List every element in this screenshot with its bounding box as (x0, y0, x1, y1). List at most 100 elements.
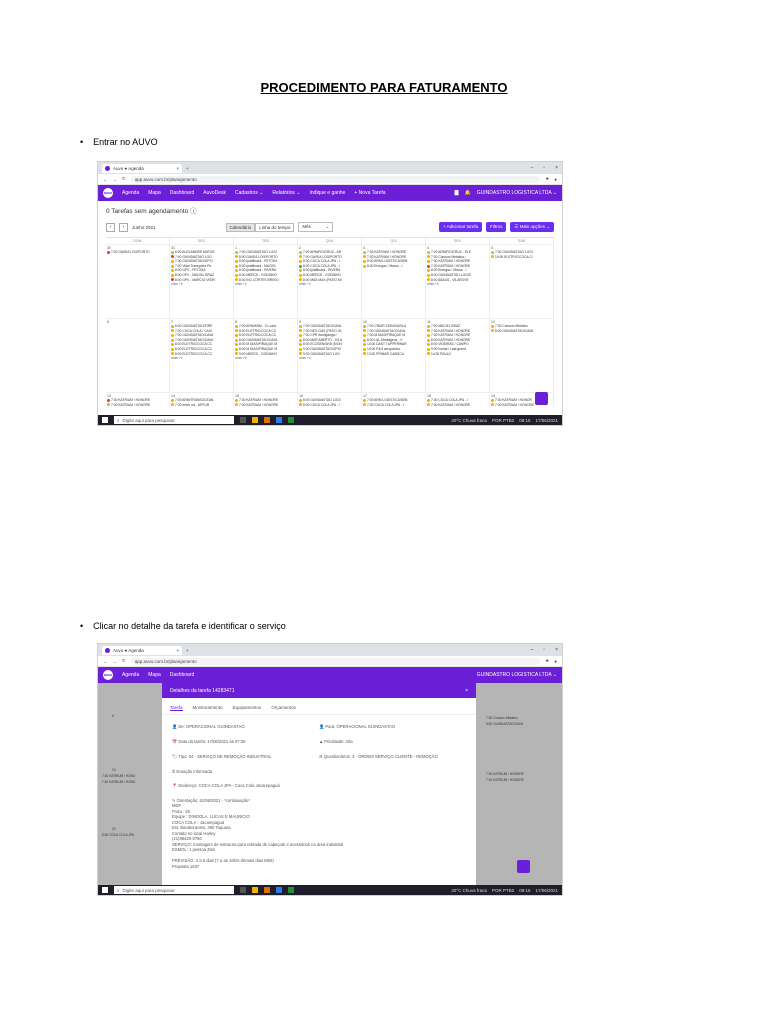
close-tab-icon[interactable]: × (176, 166, 179, 171)
more-events-link[interactable]: mais +6 (235, 356, 296, 361)
url-field[interactable]: app.auvo.com.br/planejamento (130, 657, 541, 665)
nav-mapa[interactable]: Mapa (148, 190, 161, 196)
calendar-event[interactable]: 7:30 COCA COLA JPA - I (363, 403, 424, 406)
nav-agenda[interactable]: Agenda (122, 190, 139, 196)
star-icon[interactable]: ★ (545, 176, 549, 182)
calendar-day-cell[interactable]: 16 8:00 GUINDASTAO LOGI 8:00 COCA COLA JPA… (298, 392, 362, 406)
chat-fab-button[interactable] (517, 860, 530, 873)
calendar-day-cell[interactable]: 18 7:30 COCA COLA JPA - I 7:30 KATRIUM / H… (426, 392, 490, 406)
prev-month-button[interactable]: ‹ (106, 222, 115, 232)
calendar-day-cell[interactable]: 1 7:00 GUINDASTAO LOGÍ 8:00 GAVEA LOG/PORT… (234, 244, 298, 318)
more-options-button[interactable]: ☰ Mais opções ⌄ (510, 222, 554, 232)
excel-icon[interactable] (288, 417, 294, 423)
add-task-button[interactable]: + Adicionar tarefa (439, 222, 483, 232)
chrome-icon[interactable] (264, 417, 270, 423)
back-icon[interactable]: ← (103, 177, 108, 182)
calendar-event[interactable]: 7:00 GAVEA LOG/PORTO (107, 250, 168, 255)
calendar-event[interactable]: 8:00 COCA COLA JPA - I (299, 403, 360, 406)
calendar-day-cell[interactable]: 9 7:00 GUINDASTAO/CAVA 7:00 NEO GAS (PATIO… (298, 318, 362, 392)
outlook-icon[interactable] (276, 417, 282, 423)
nav-cadastros[interactable]: Cadastros ⌄ (235, 190, 263, 196)
outlook-icon[interactable] (276, 887, 282, 893)
nav-mapa[interactable]: Mapa (148, 672, 161, 678)
calendar-event[interactable]: 13:00 PRIMAR CABOCA (363, 352, 424, 357)
tab-orcamentos[interactable]: Orçamentos (271, 705, 296, 711)
auvo-logo[interactable]: auvo (103, 188, 113, 198)
more-events-link[interactable]: mais +4 (299, 356, 360, 361)
calendar-day-cell[interactable]: 4 7:00 ARM/FIDICRUZ - ELE 7:30 Consorc Met… (426, 244, 490, 318)
nav-nova-tarefa[interactable]: + Nova Tarefa (354, 190, 385, 196)
reload-icon[interactable]: ↻ (122, 658, 126, 664)
task-questionnaire[interactable]: ☰ Questionários: 4 - ORDEM SERVIÇO CLIEN… (319, 754, 466, 760)
more-events-link[interactable]: mais +5 (427, 282, 488, 287)
excel-icon[interactable] (288, 887, 294, 893)
calendar-event[interactable]: 7:30 KATRIUM / HONORE (427, 403, 488, 406)
nav-relatorios[interactable]: Relatórios ⌄ (272, 190, 300, 196)
taskbar-search[interactable]: ⌕ Digite aqui para pesquisar (114, 416, 234, 424)
calendar-day-cell[interactable]: 17 7:00 ARM LOGISTICA/SEB 7:30 COCA COLA J… (362, 392, 426, 406)
nav-auvodesk[interactable]: AuvoDesk (203, 190, 226, 196)
calendar-day-cell[interactable]: 10 7:00 CRIAR SION/DAVILA 7:00 GUINDASTAO/… (362, 318, 426, 392)
task-view-icon[interactable] (240, 417, 246, 423)
minimize-icon[interactable]: – (531, 165, 534, 171)
forward-icon[interactable]: → (113, 659, 118, 664)
maximize-icon[interactable]: ▫ (543, 165, 545, 171)
nav-dashboard[interactable]: Dashboard (170, 672, 194, 678)
close-window-icon[interactable]: × (555, 165, 558, 171)
task-address[interactable]: 📍 Endereço: COCA COLA JPA - Coca Cola Ja… (162, 783, 476, 789)
view-timeline-button[interactable]: Linha do tempo (255, 222, 295, 232)
browser-tab[interactable]: Auvo ● Agenda × (102, 163, 182, 173)
calendar-day-cell[interactable]: 14 7:00 ARM/TRANSOCEAN 7:30 ensiv col - AR… (170, 392, 234, 406)
tab-equipamentos[interactable]: Equipamentos (233, 705, 262, 711)
more-events-link[interactable]: mais +3 (299, 282, 360, 287)
calendar-event[interactable]: 7:30 KATRIUM / HONORE (235, 403, 296, 406)
nav-indique[interactable]: Indique e ganhe (310, 190, 346, 196)
url-field[interactable]: app.auvo.com.br/planejamento (130, 175, 541, 183)
calendar-day-cell[interactable]: 13 7:30 KATRIUM / HONORE 7:30 KATRIUM / HO… (106, 392, 170, 406)
period-select[interactable]: Mês ⌄ (298, 222, 334, 232)
calendar-day-cell[interactable]: 31 6:00 ALEXANDRE MATOS 7:00 GUINDASTAO LO… (170, 244, 234, 318)
calendar-day-cell[interactable]: 11 7:00 MACIEL BRAZ 7:30 KATRIUM / HONORE 7… (426, 318, 490, 392)
calendar-event[interactable]: 8:00 Energac / Marca - I (363, 264, 424, 269)
calendar-day-cell[interactable]: 15 7:30 KATRIUM / HONORE 7:30 KATRIUM / HO… (234, 392, 298, 406)
more-events-link[interactable]: mais +2 (235, 282, 296, 287)
windows-start-icon[interactable] (102, 417, 108, 423)
chrome-icon[interactable] (264, 887, 270, 893)
calendar-event[interactable]: 7:30 KATRIUM / HONORE (107, 403, 168, 406)
task-view-icon[interactable] (240, 887, 246, 893)
calendar-day-cell[interactable]: 30 7:00 GAVEA LOG/PORTO (106, 244, 170, 318)
tab-tarefa[interactable]: Tarefa (170, 705, 183, 711)
calendar-day-cell[interactable]: 2 7:00 ARM/FIDICRUZ - AR 7:00 GAVEA LOG/PO… (298, 244, 362, 318)
company-menu[interactable]: GUINDASTRO LOGISTICA LTDA ⌄ (477, 672, 557, 678)
minimize-icon[interactable]: – (531, 647, 534, 653)
calendar-event[interactable]: 8:00 GUINDASTAO/CAVA (491, 329, 552, 334)
new-tab-icon[interactable]: + (186, 166, 189, 171)
new-tab-icon[interactable]: + (186, 648, 189, 653)
calendar-day-cell[interactable]: 12 7:30 Consorc Metalico 8:00 GUINDASTAO/C… (490, 318, 554, 392)
calendar-day-cell[interactable]: 8 7:00 ARM/ARM - CL cara 8:00 ELETRIC/COCA… (234, 318, 298, 392)
filters-button[interactable]: Filtros (486, 222, 507, 232)
nav-agenda[interactable]: Agenda (122, 672, 139, 678)
profile-icon[interactable]: ● (554, 659, 557, 664)
nav-dashboard[interactable]: Dashboard (170, 190, 194, 196)
calendar-day-cell[interactable]: 6 (106, 318, 170, 392)
auvo-logo[interactable]: auvo (103, 670, 113, 680)
browser-tab[interactable]: Auvo ● Agenda × (102, 645, 182, 655)
calendar-day-cell[interactable]: 7 6:00 GUINDASTAO/FIRE 7:00 COCA COLA / CA… (170, 318, 234, 392)
star-icon[interactable]: ★ (545, 658, 549, 664)
calendar-day-cell[interactable]: 3 7:30 KATRIUM / HONORÉ 7:30 KATRIUM / HON… (362, 244, 426, 318)
reload-icon[interactable]: ↻ (122, 176, 126, 182)
chat-icon[interactable]: ▇ (455, 190, 459, 196)
taskbar-search[interactable]: ⌕ Digite aqui para pesquisar (114, 886, 234, 894)
bell-icon[interactable]: 🔔 (465, 190, 471, 196)
calendar-day-cell[interactable]: 5 7:00 GUINDASTAO LOGÍ 10:00 ELETRIC/COCA … (490, 244, 554, 318)
company-menu[interactable]: GUINDASTRO LOGISTICA LTDA ⌄ (477, 190, 557, 196)
view-calendar-button[interactable]: Calendário (225, 222, 256, 232)
more-events-link[interactable]: mais +4 (171, 356, 232, 361)
more-events-link[interactable]: mais +5 (171, 282, 232, 287)
calendar-event[interactable]: 10:00 ELETRIC/COCA CI (491, 255, 552, 260)
unscheduled-tasks[interactable]: 0 Tarefas sem agendamento ⓘ (98, 201, 562, 219)
file-explorer-icon[interactable] (252, 887, 258, 893)
file-explorer-icon[interactable] (252, 417, 258, 423)
calendar-event[interactable]: 14:30 PAULO (427, 352, 488, 357)
